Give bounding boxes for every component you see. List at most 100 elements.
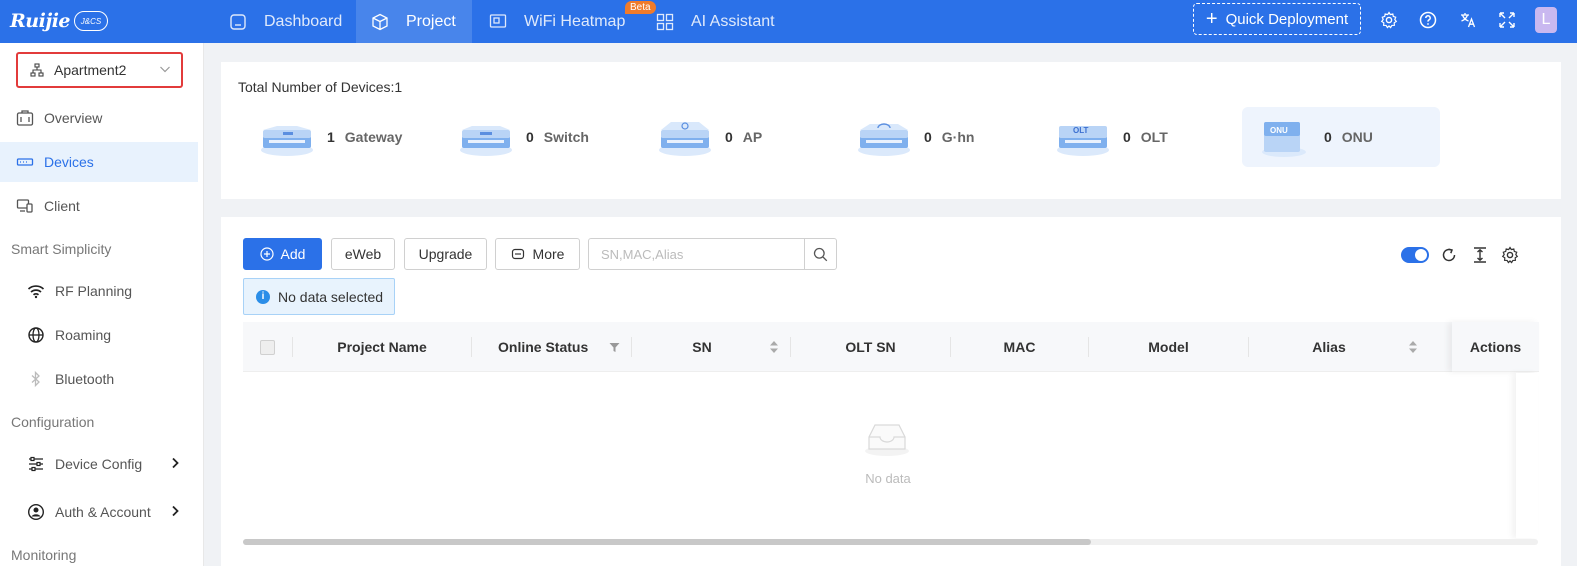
scrollbar-thumb[interactable] [243, 539, 1091, 545]
settings-gear-icon[interactable] [1379, 10, 1399, 30]
sidebar-item-overview[interactable]: Overview [0, 98, 198, 138]
search-button[interactable] [804, 239, 836, 269]
sidebar-item-device-config[interactable]: Device Config [0, 444, 198, 484]
device-stat-onu[interactable]: ONU 0 ONU [1242, 107, 1440, 167]
filter-icon[interactable] [609, 340, 620, 354]
column-actions: Actions [1452, 322, 1539, 372]
more-button[interactable]: More [495, 238, 580, 270]
help-icon[interactable] [1418, 10, 1438, 30]
grid-icon [655, 12, 675, 32]
chevron-right-icon [170, 504, 180, 520]
ghn-count: 0 [924, 129, 932, 145]
nav-ai-assistant-label: AI Assistant [691, 12, 775, 30]
sidebar-item-devices[interactable]: Devices [0, 142, 198, 182]
sort-icon[interactable] [769, 340, 779, 354]
gateway-count: 1 [327, 129, 335, 145]
ap-label: AP [742, 129, 763, 145]
sidebar-item-client[interactable]: Client [0, 186, 198, 226]
eweb-button[interactable]: eWeb [331, 238, 395, 270]
upgrade-button[interactable]: Upgrade [404, 238, 487, 270]
plus-circle-icon [259, 247, 274, 261]
device-stat-olt[interactable]: OLT 0 OLT [1055, 107, 1168, 167]
horizontal-scrollbar[interactable] [243, 539, 1538, 545]
nav-dashboard[interactable]: Dashboard [212, 0, 356, 43]
actions-column-body [1516, 373, 1538, 538]
olt-badge: OLT [1073, 126, 1089, 135]
column-sn[interactable]: SN [632, 322, 772, 372]
onu-label: ONU [1341, 129, 1373, 145]
ruijie-logo[interactable]: Ruijie J&CS [10, 8, 109, 34]
onu-device-icon: ONU [1256, 116, 1312, 158]
ap-count: 0 [725, 129, 733, 145]
search-icon [813, 247, 828, 262]
sidebar-item-auth-account[interactable]: Auth & Account [0, 492, 198, 532]
empty-text: No data [865, 471, 911, 486]
nav-wifi-heatmap-label: WiFi Heatmap [524, 12, 626, 30]
sidebar-item-roaming[interactable]: Roaming [0, 315, 198, 355]
sidebar-item-roaming-label: Roaming [55, 327, 112, 343]
onu-badge: ONU [1270, 126, 1288, 135]
logo-text: Ruijie [10, 10, 71, 32]
column-olt-sn[interactable]: OLT SN [791, 322, 950, 372]
switch-device-icon [458, 116, 514, 158]
fullscreen-icon[interactable] [1497, 10, 1517, 30]
user-avatar[interactable]: L [1535, 7, 1557, 33]
heatmap-icon [488, 12, 508, 32]
globe-icon [27, 326, 45, 344]
sidebar-item-device-config-label: Device Config [55, 456, 143, 472]
nav-ai-assistant[interactable]: AI Assistant [645, 0, 795, 43]
sidebar-item-auth-account-label: Auth & Account [55, 504, 151, 520]
column-mac[interactable]: MAC [951, 322, 1088, 372]
view-toggle-switch[interactable] [1401, 247, 1429, 263]
column-settings-gear-icon[interactable] [1500, 245, 1520, 265]
project-selector-value: Apartment2 [54, 62, 127, 78]
column-height-icon[interactable] [1470, 245, 1490, 265]
devices-icon [16, 153, 34, 171]
olt-device-icon: OLT [1055, 116, 1111, 158]
empty-inbox-icon [863, 417, 911, 457]
device-stat-ap[interactable]: 0 AP [657, 107, 762, 167]
switch-count: 0 [526, 129, 534, 145]
nav-project-label: Project [406, 12, 456, 30]
add-button-label: Add [280, 246, 306, 262]
column-online-status[interactable]: Online Status [472, 322, 612, 372]
quick-deployment-button[interactable]: + Quick Deployment [1193, 3, 1361, 35]
olt-label: OLT [1140, 129, 1168, 145]
sidebar-item-client-label: Client [44, 198, 80, 214]
network-topology-icon [30, 63, 44, 77]
cube-icon [370, 12, 390, 32]
refresh-icon[interactable] [1439, 245, 1459, 265]
sort-icon[interactable] [1408, 340, 1418, 354]
group-configuration: Configuration [11, 414, 95, 430]
sidebar-item-bluetooth[interactable]: Bluetooth [0, 359, 198, 399]
table-empty-state: No data [243, 373, 1538, 538]
overview-icon [16, 109, 34, 127]
ap-device-icon [657, 116, 713, 158]
ghn-device-icon [856, 116, 912, 158]
ghn-label: G·hn [941, 129, 975, 145]
search-input[interactable] [589, 239, 805, 269]
wifi-icon [27, 282, 45, 300]
translate-icon[interactable] [1458, 10, 1478, 30]
add-button[interactable]: Add [243, 238, 322, 270]
column-model[interactable]: Model [1089, 322, 1248, 372]
device-stat-switch[interactable]: 0 Switch [458, 107, 589, 167]
selection-info-banner: i No data selected [243, 278, 395, 315]
plus-icon: + [1205, 8, 1218, 30]
sidebar-item-rf-planning[interactable]: RF Planning [0, 271, 198, 311]
device-stat-ghn[interactable]: 0 G·hn [856, 107, 974, 167]
logo-badge: J&CS [74, 11, 109, 31]
more-button-label: More [532, 246, 565, 262]
column-project-name[interactable]: Project Name [293, 322, 471, 372]
eweb-button-label: eWeb [344, 246, 382, 262]
device-table-card: Add eWeb Upgrade More i No data selected [221, 217, 1561, 566]
sidebar-item-bluetooth-label: Bluetooth [55, 371, 115, 387]
project-selector[interactable]: Apartment2 [16, 52, 183, 88]
column-alias[interactable]: Alias [1249, 322, 1409, 372]
onu-count: 0 [1324, 129, 1332, 145]
select-all-checkbox[interactable] [260, 340, 275, 355]
quick-deployment-label: Quick Deployment [1225, 10, 1349, 28]
nav-wifi-heatmap[interactable]: WiFi Heatmap [472, 0, 637, 43]
device-stat-gateway[interactable]: 1 Gateway [259, 107, 402, 167]
nav-project[interactable]: Project [356, 0, 472, 43]
